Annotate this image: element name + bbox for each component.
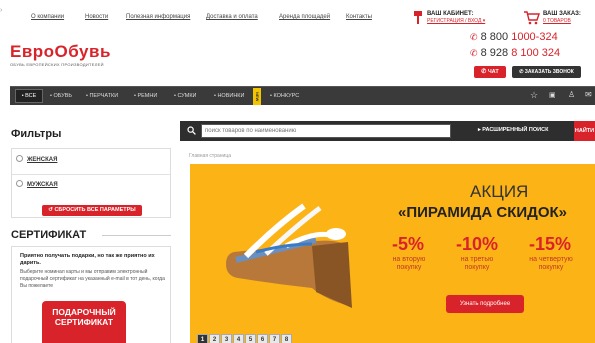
- reset-label: СБРОСИТЬ ВСЕ ПАРАМЕТРЫ: [54, 207, 136, 213]
- expand-icon: [16, 180, 23, 187]
- print-icon[interactable]: ▣: [549, 91, 556, 99]
- user-icon[interactable]: ♙: [568, 90, 575, 99]
- cat-all[interactable]: • ВСЕ: [15, 89, 43, 103]
- phone-icon: ✆: [519, 69, 524, 75]
- phone-1: ✆ 8 800 1000-324: [470, 31, 558, 43]
- breadcrumb[interactable]: Главная страница: [189, 153, 231, 159]
- phone-1-number: 1000-324: [511, 31, 558, 43]
- phone-1-prefix: 8 800: [480, 31, 512, 43]
- cart-count[interactable]: 0 ТОВАРОВ: [543, 18, 571, 24]
- certificate-title: СЕРТИФИКАТ: [11, 229, 86, 241]
- discount-10: -10%: [456, 234, 499, 254]
- topnav-rent[interactable]: Аренда площадей: [279, 14, 330, 20]
- slide-dot[interactable]: 8: [281, 334, 292, 343]
- filter-male[interactable]: МУЖСКАЯ: [16, 180, 58, 189]
- discount-5-label: на вторую покупку: [392, 256, 426, 271]
- cat-gloves[interactable]: • ПЕРЧАТКИ: [86, 93, 118, 99]
- sandal-image: [226, 203, 352, 308]
- cat-bags[interactable]: • СУМКИ: [174, 93, 196, 99]
- slide-dot[interactable]: 7: [269, 334, 280, 343]
- divider: [12, 174, 170, 175]
- cart-title: ВАШ ЗАКАЗ:: [543, 11, 581, 17]
- discount-15-label: на четвертую покупку: [529, 256, 573, 271]
- card-line-2: СЕРТИФИКАТ: [54, 317, 114, 327]
- slide-dot[interactable]: 5: [245, 334, 256, 343]
- topnav-contacts[interactable]: Контакты: [346, 14, 372, 20]
- cabinet-links[interactable]: РЕГИСТРАЦИЯ / ВХОД ▾: [427, 18, 485, 24]
- card-line-1: ПОДАРОЧНЫЙ: [52, 307, 116, 317]
- filter-panel: ЖЕНСКАЯ МУЖСКАЯ ↺ СБРОСИТЬ ВСЕ ПАРАМЕТРЫ: [11, 148, 171, 218]
- star-icon[interactable]: ☆: [530, 90, 538, 101]
- advanced-search-label: РАСШИРЕННЫЙ ПОИСК: [482, 127, 549, 133]
- certificate-title-text: СЕРТИФИКАТ: [11, 229, 87, 241]
- pin-icon: [414, 11, 422, 24]
- filter-female[interactable]: ЖЕНСКАЯ: [16, 155, 58, 164]
- advanced-search-link[interactable]: ▸ РАСШИРЕННЫЙ ПОИСК: [478, 127, 548, 133]
- phone-icon: ✆: [470, 48, 478, 58]
- callback-label: ЗАКАЗАТЬ ЗВОНОК: [524, 69, 574, 75]
- cabinet-title: ВАШ КАБИНЕТ:: [427, 11, 474, 17]
- left-edge-arrow-icon: ›: [0, 7, 3, 14]
- cat-belts[interactable]: • РЕМНИ: [134, 93, 157, 99]
- phone-2: ✆ 8 928 8 100 324: [470, 47, 560, 59]
- chat-label: ЧАТ: [487, 69, 499, 75]
- cart-icon: [524, 11, 540, 25]
- expand-icon: [16, 155, 23, 162]
- discount-15: -15%: [529, 234, 572, 254]
- topnav-delivery[interactable]: Доставка и оплата: [206, 14, 258, 20]
- reset-filters-button[interactable]: ↺ СБРОСИТЬ ВСЕ ПАРАМЕТРЫ: [42, 205, 142, 216]
- callback-button[interactable]: ✆ ЗАКАЗАТЬ ЗВОНОК: [512, 66, 581, 78]
- phone-2-number: 8 100 324: [511, 47, 561, 59]
- chat-icon: ✆: [481, 69, 487, 75]
- certificate-panel: Приятно получать подарки, но так же прия…: [11, 246, 171, 343]
- discount-10-label: на третью покупку: [460, 256, 494, 271]
- slide-dot[interactable]: 3: [221, 334, 232, 343]
- cat-contest[interactable]: • КОНКУРС: [270, 93, 299, 99]
- category-nav: • ВСЕ • ОБУВЬ • ПЕРЧАТКИ • РЕМНИ • СУМКИ…: [10, 86, 595, 105]
- slider-pagination: 12345678: [197, 328, 293, 343]
- slide-dot[interactable]: 4: [233, 334, 244, 343]
- topnav-news[interactable]: Новости: [85, 14, 108, 20]
- reset-icon: ↺: [48, 207, 53, 213]
- logo-tagline: ОБУВЬ ЕВРОПЕЙСКИХ ПРОИЗВОДИТЕЛЕЙ: [10, 62, 104, 67]
- search-input[interactable]: [201, 124, 451, 138]
- promo-line-1: АКЦИЯ: [470, 182, 529, 201]
- discount-5: -5%: [392, 234, 425, 254]
- certificate-title-rule: [102, 235, 171, 236]
- learn-more-button[interactable]: Узнать подробнее: [446, 295, 524, 313]
- phone-2-prefix: 8 928: [480, 47, 512, 59]
- find-button[interactable]: НАЙТИ: [574, 121, 595, 141]
- filter-female-label: ЖЕНСКАЯ: [27, 157, 58, 164]
- topnav-useful-info[interactable]: Полезная информация: [126, 14, 190, 20]
- phone-icon: ✆: [470, 32, 478, 42]
- mail-icon[interactable]: ✉: [585, 90, 592, 99]
- gift-card-image[interactable]: ПОДАРОЧНЫЙ СЕРТИФИКАТ: [42, 301, 126, 343]
- new-badge: NEW: [253, 88, 261, 105]
- chat-button[interactable]: ✆ ЧАТ: [474, 66, 506, 78]
- logo-name: ЕвроОбувь: [10, 42, 111, 61]
- promo-line-2: «ПИРАМИДА СКИДОК»: [398, 204, 568, 221]
- search-icon: [187, 126, 196, 135]
- page: › О компании Новости Полезная информация…: [0, 0, 595, 343]
- search-bar: ▸ РАСШИРЕННЫЙ ПОИСК НАЙТИ: [180, 121, 595, 141]
- slide-dot[interactable]: 6: [257, 334, 268, 343]
- certificate-body: Выберите номинал карты и мы отправим эле…: [20, 269, 165, 289]
- filters-title: Фильтры: [11, 128, 62, 140]
- cat-new[interactable]: • НОВИНКИ: [214, 93, 244, 99]
- certificate-lead: Приятно получать подарки, но так же прия…: [20, 253, 155, 266]
- slide-dot[interactable]: 2: [209, 334, 220, 343]
- logo[interactable]: ЕвроОбувь ОБУВЬ ЕВРОПЕЙСКИХ ПРОИЗВОДИТЕЛ…: [10, 43, 111, 67]
- filter-male-label: МУЖСКАЯ: [27, 182, 58, 189]
- topnav-about[interactable]: О компании: [31, 14, 64, 20]
- slide-dot[interactable]: 1: [197, 334, 208, 343]
- promo-banner[interactable]: АКЦИЯ «ПИРАМИДА СКИДОК» -5% на вторую по…: [190, 164, 595, 343]
- cat-shoes[interactable]: • ОБУВЬ: [50, 93, 72, 99]
